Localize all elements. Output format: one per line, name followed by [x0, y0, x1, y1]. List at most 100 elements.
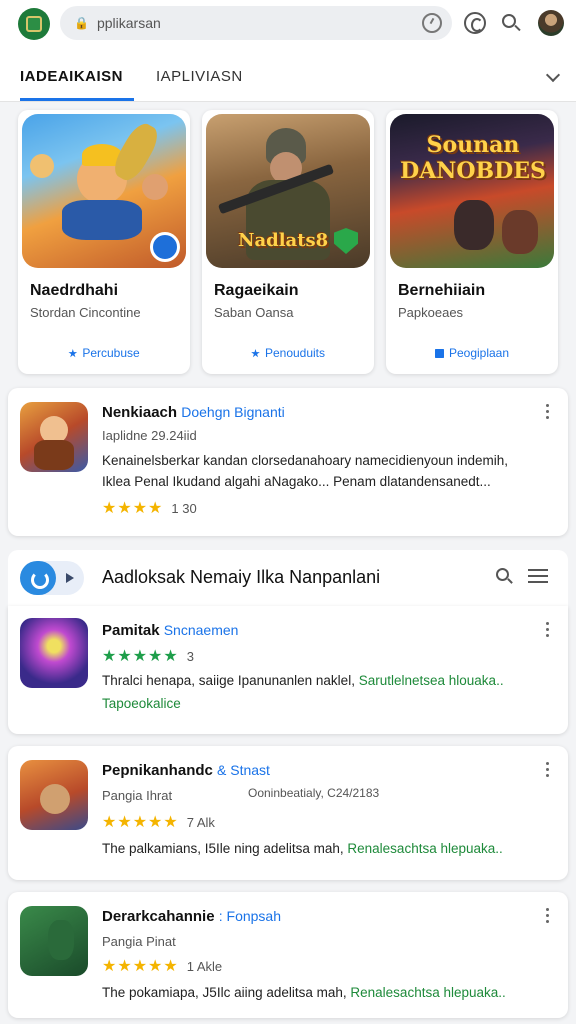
star-rating: ★★★★★ — [102, 814, 179, 831]
art-title: Sounan DANOBDES — [400, 132, 546, 184]
app-icon — [20, 906, 88, 976]
history-icon[interactable] — [422, 13, 442, 33]
more-options-icon[interactable] — [546, 762, 550, 778]
popular-label: Percubuse — [82, 346, 140, 360]
rating: ★★★★ 1 30 — [102, 498, 197, 518]
popular-label: Penouduits — [264, 346, 326, 360]
game-artwork — [22, 114, 186, 268]
category-tag[interactable]: Tapoeokalice — [102, 696, 181, 711]
description-highlight: Renalesachtsa hlepuaka.. — [347, 841, 503, 856]
game-artwork: Nadlats8 — [206, 114, 370, 268]
list-item[interactable]: Pamitak Sncnaemen ★★★★★ 3 Thralci henapa… — [8, 606, 568, 734]
game-artwork: Sounan DANOBDES — [390, 114, 554, 268]
app-meta-extra: Ooninbeatialy, C24/2183 — [248, 786, 380, 800]
address-bar[interactable]: 🔒 pplikarsan — [60, 6, 452, 40]
rating-value: 7 Alk — [186, 814, 215, 830]
description-line: Iklea Penal Ikudand algahi aNagako... Pe… — [102, 474, 491, 489]
tab-bar: IADEAIKAISN IAPLIVIASN — [0, 50, 576, 102]
coin-icon[interactable] — [464, 12, 486, 34]
app-name: Nenkiaach — [102, 404, 178, 421]
featured-subtitle: Stordan Cincontine — [30, 305, 141, 320]
featured-card[interactable]: Nadlats8 Ragaeikain Saban Oansa Penoudui… — [202, 110, 374, 374]
rating-value: 1 Akle — [186, 958, 223, 974]
app-description: Thralci henapa, saiige Ipanunanlen nakle… — [102, 670, 542, 691]
view-toggle[interactable] — [20, 561, 84, 595]
rating: ★★★★★ 3 — [102, 646, 194, 666]
developer-name[interactable]: Doehgn Bignanti — [181, 404, 285, 420]
developer-name[interactable]: : Fonpsah — [219, 908, 281, 924]
shield-icon — [334, 228, 358, 254]
list-item[interactable]: Pepnikanhandc & Stnast Pangia Ihrat Ooni… — [8, 746, 568, 880]
popular-link[interactable]: Peogiplaan — [386, 346, 558, 360]
rating: ★★★★★ 7 Alk — [102, 812, 215, 832]
art-title: Nadlats8 — [238, 230, 329, 251]
popular-link[interactable]: Penouduits — [202, 346, 374, 360]
rating-value: 3 — [186, 648, 194, 664]
top-bar: 🔒 pplikarsan — [0, 0, 576, 50]
rating-value: 1 30 — [171, 500, 197, 516]
active-tab-indicator — [20, 98, 134, 101]
featured-subtitle: Papkoeaes — [398, 305, 464, 320]
featured-title: Naedrdhahi — [30, 282, 119, 299]
app-name: Pepnikanhandc — [102, 762, 213, 779]
app-icon — [20, 402, 88, 472]
grid-icon — [434, 349, 444, 358]
app-title: Pamitak Sncnaemen — [102, 622, 238, 639]
app-title: Derarkcahannie : Fonpsah — [102, 908, 281, 925]
developer-name[interactable]: Sncnaemen — [164, 622, 239, 638]
app-icon — [20, 618, 88, 688]
list-item[interactable]: Nenkiaach Doehgn Bignanti Iaplidne 29.24… — [8, 388, 568, 536]
description-text: Thralci henapa, saiige Ipanunanle — [102, 673, 305, 688]
featured-card[interactable]: Naedrdhahi Stordan Cincontine Percubuse — [18, 110, 190, 374]
developer-name[interactable]: & Stnast — [217, 762, 270, 778]
tab-primary[interactable]: IADEAIKAISN — [20, 68, 123, 85]
lock-icon: 🔒 — [74, 16, 89, 30]
featured-card[interactable]: Sounan DANOBDES Bernehiiain Papkoeaes Pe… — [386, 110, 558, 374]
featured-title: Ragaeikain — [214, 282, 299, 299]
app-meta: Pangia Ihrat — [102, 788, 173, 803]
refresh-icon[interactable] — [20, 561, 56, 595]
description-text: The pokamiapa, J5Ilc aiing adelitsa mah, — [102, 985, 347, 1000]
description-text: The palkamians, I5Ile ning adelitsa mah, — [102, 841, 344, 856]
search-icon[interactable] — [500, 12, 522, 34]
search-icon[interactable] — [496, 568, 513, 584]
section-header: Aadloksak Nemaiy Ilka Nanpanlani — [8, 550, 568, 606]
star-icon — [251, 349, 260, 358]
app-description: Kenainelsberkar kandan clorsedanahoary n… — [102, 450, 542, 492]
more-options-icon[interactable] — [546, 404, 550, 420]
chevron-down-icon[interactable] — [545, 67, 561, 83]
app-meta: Pangia Pinat — [102, 934, 176, 949]
more-options-icon[interactable] — [546, 908, 550, 924]
play-icon[interactable] — [66, 573, 74, 583]
popular-label: Peogiplaan — [448, 346, 510, 360]
app-title: Pepnikanhandc & Stnast — [102, 762, 270, 779]
list-view-icon[interactable] — [528, 569, 548, 583]
avatar[interactable] — [538, 10, 564, 36]
app-description: The pokamiapa, J5Ilc aiing adelitsa mah,… — [102, 982, 542, 1003]
address-text[interactable]: pplikarsan — [97, 15, 422, 31]
section-title: Aadloksak Nemaiy Ilka Nanpanlani — [102, 567, 381, 587]
app-name: Pamitak — [102, 622, 160, 639]
app-title: Nenkiaach Doehgn Bignanti — [102, 404, 285, 421]
app-icon — [20, 760, 88, 830]
app-description: The palkamians, I5Ile ning adelitsa mah,… — [102, 838, 542, 859]
star-rating: ★★★★★ — [102, 958, 179, 975]
description-text: n naklel, — [304, 673, 355, 688]
app-logo[interactable] — [18, 8, 50, 40]
tab-secondary[interactable]: IAPLIVIASN — [156, 68, 243, 85]
popular-link[interactable]: Percubuse — [18, 346, 190, 360]
featured-title: Bernehiiain — [398, 282, 486, 299]
star-icon — [68, 349, 78, 358]
star-rating: ★★★★ — [102, 500, 164, 517]
rating: ★★★★★ 1 Akle — [102, 956, 222, 976]
description-highlight: Sarutlelnetsea hlouaka.. — [358, 673, 504, 688]
featured-subtitle: Saban Oansa — [214, 305, 294, 320]
list-item[interactable]: Derarkcahannie : Fonpsah Pangia Pinat ★★… — [8, 892, 568, 1018]
description-highlight: Renalesachtsa hlepuaka.. — [350, 985, 506, 1000]
app-meta: Iaplidne 29.24iid — [102, 428, 197, 443]
star-rating: ★★★★★ — [102, 648, 179, 665]
description-line: Kenainelsberkar kandan clorsedanahoary n… — [102, 453, 509, 468]
more-options-icon[interactable] — [546, 622, 550, 638]
app-name: Derarkcahannie — [102, 908, 215, 925]
play-badge-icon — [150, 232, 180, 262]
